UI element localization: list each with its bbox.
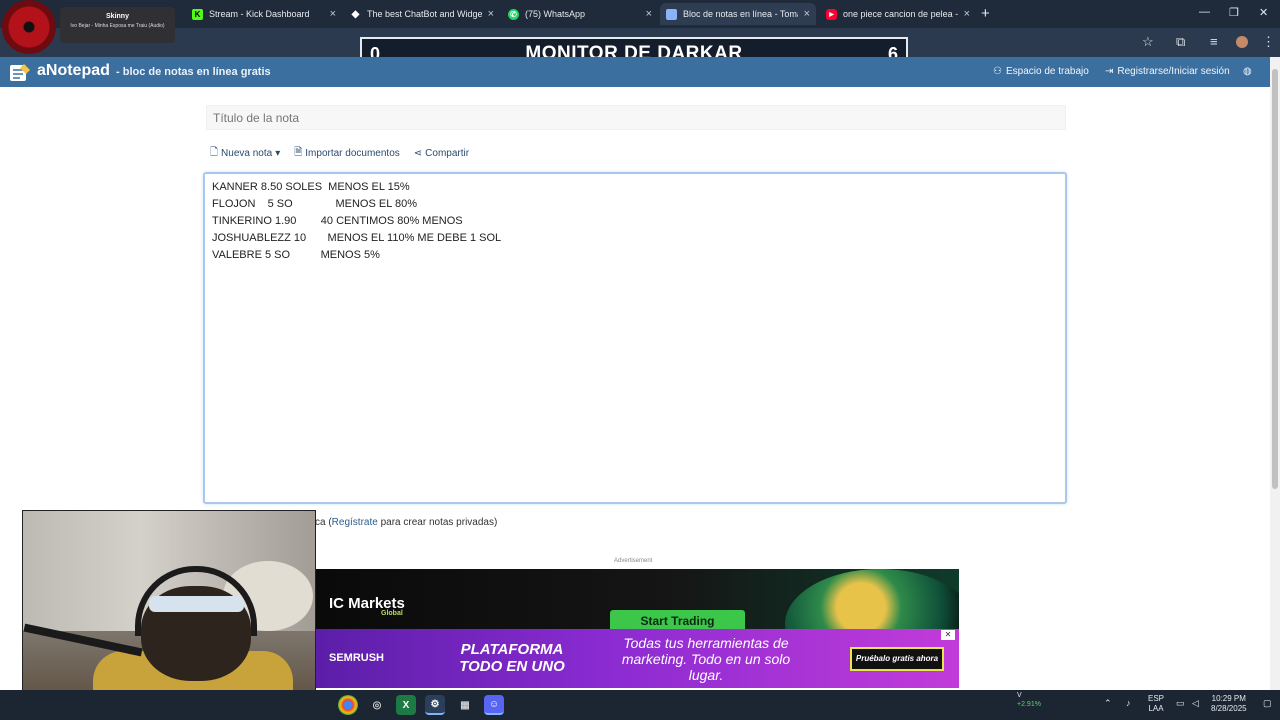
close-window-button[interactable]: ✕	[1259, 6, 1268, 19]
close-tab-icon[interactable]: ×	[488, 8, 494, 20]
clock-time: 10:29 PM	[1211, 694, 1246, 703]
workspace-link[interactable]: ⚇ Espacio de trabajo	[993, 66, 1089, 77]
stock-widget[interactable]: V +2.91%	[1003, 691, 1041, 709]
whatsapp-icon: ✆	[508, 8, 519, 20]
microphone-icon[interactable]: ♪	[1126, 698, 1131, 708]
close-tab-icon[interactable]: ×	[330, 8, 336, 20]
login-link[interactable]: ⇥ Registrarse/Iniciar sesión	[1105, 66, 1230, 77]
clock[interactable]: 10:29 PM 8/28/2025	[1211, 694, 1247, 714]
page-scrollbar[interactable]	[1270, 57, 1280, 690]
steam-icon[interactable]: ⚙	[425, 695, 445, 715]
tray-expand-icon[interactable]: ⌃	[1104, 698, 1112, 708]
note-line: JOSHUABLEZZ 10 MENOS EL 110% ME DEBE 1 S…	[212, 232, 502, 244]
profile-avatar[interactable]	[1236, 36, 1248, 48]
register-link[interactable]: Regístrate	[332, 517, 378, 528]
app-tagline: - bloc de notas en línea gratis	[116, 66, 271, 78]
app-header: aNotepad - bloc de notas en línea gratis…	[0, 57, 1270, 87]
note-title-input[interactable]	[206, 105, 1066, 130]
share-button[interactable]: ⋖ Compartir	[414, 145, 469, 162]
bookmark-star-icon[interactable]: ☆	[1142, 34, 1154, 50]
semrush-headline: PLATAFORMA TODO EN UNO	[459, 641, 565, 675]
new-note-icon: 🗋	[210, 147, 219, 158]
workspace-icon: ⚇	[993, 66, 1002, 77]
tab-youtube[interactable]: ▶ one piece cancion de pelea - Yo ×	[820, 3, 976, 25]
windows-taskbar: ◎ X ⚙ ▦ ☺ ⌃ ♪ ESP LAA ▭ ◁ 10:29 PM 8/28/…	[0, 690, 1280, 720]
start-trading-button[interactable]: Start Trading	[610, 610, 745, 629]
calculator-icon[interactable]: ▦	[455, 695, 475, 715]
network-icon[interactable]: ▭	[1176, 698, 1185, 708]
close-tab-icon[interactable]: ×	[804, 8, 810, 20]
browser-tab-strip: K Stream - Kick Dashboard × ◆ The best C…	[0, 0, 1280, 28]
menu-icon[interactable]: ⋮	[1262, 34, 1275, 50]
new-note-button[interactable]: 🗋 Nueva nota ▾	[210, 145, 280, 162]
volume-icon[interactable]: ◁	[1192, 698, 1199, 708]
note-toolbar: 🗋 Nueva nota ▾ 🗎 Importar documentos ⋖ C…	[210, 145, 469, 162]
notifications-icon[interactable]: ▢	[1263, 698, 1272, 708]
document-icon: 🗎	[294, 147, 303, 158]
login-icon: ⇥	[1105, 66, 1114, 77]
note-line: VALEBRE 5 SO MENOS 5%	[212, 249, 380, 261]
chevron-down-icon: ▾	[275, 148, 281, 159]
spinning-record-icon	[2, 0, 56, 54]
kick-icon: K	[192, 8, 203, 20]
reading-list-icon[interactable]: ≡	[1210, 34, 1218, 49]
now-playing-widget: Skinny Ivo Bejar - Minha Esposa me Traiu…	[60, 7, 175, 43]
close-tab-icon[interactable]: ×	[964, 8, 970, 20]
anotepad-icon	[666, 8, 677, 20]
icmarkets-sub: Global	[381, 610, 403, 617]
now-playing-artist: Ivo Bejar - Minha Esposa me Traiu (Audio…	[70, 23, 165, 29]
tab-kick-dashboard[interactable]: K Stream - Kick Dashboard ×	[186, 3, 342, 25]
semrush-ad[interactable]: SEMRUSH PLATAFORMA TODO EN UNO Todas tus…	[315, 629, 959, 688]
language-indicator[interactable]: ESP LAA	[1148, 694, 1164, 714]
clock-date: 8/28/2025	[1211, 704, 1247, 713]
botrix-icon: ◆	[351, 8, 360, 20]
globe-image	[785, 569, 959, 629]
app-brand[interactable]: aNotepad	[37, 62, 110, 80]
advertisement-label: Advertisement	[614, 558, 653, 564]
note-line: FLOJON 5 SO MENOS EL 80%	[212, 198, 417, 210]
semrush-brand: SEMRUSH	[329, 652, 385, 664]
notepad-logo-icon[interactable]	[9, 62, 31, 82]
restore-button[interactable]: ❐	[1229, 6, 1239, 19]
note-line: TINKERINO 1.90 40 CENTIMOS 80% MENOS	[212, 215, 463, 227]
stock-symbol: V	[1017, 692, 1022, 699]
stock-change: +2.91%	[1017, 701, 1041, 708]
tab-anotepad[interactable]: Bloc de notas en línea - Toma y ×	[660, 3, 816, 25]
youtube-icon: ▶	[826, 8, 837, 20]
public-note-hint: ca (Regístrate para crear notas privadas…	[315, 517, 498, 528]
chrome-icon[interactable]	[338, 695, 358, 715]
new-tab-button[interactable]: +	[981, 5, 990, 22]
close-tab-icon[interactable]: ×	[646, 8, 652, 20]
import-documents-button[interactable]: 🗎 Importar documentos	[294, 145, 400, 162]
ad-close-icon[interactable]: ✕	[941, 630, 955, 640]
semrush-cta-button[interactable]: Pruébalo gratis ahora	[850, 647, 944, 671]
excel-icon[interactable]: X	[396, 695, 416, 715]
discord-icon[interactable]: ☺	[484, 695, 504, 715]
obs-icon[interactable]: ◎	[367, 695, 387, 715]
now-playing-song: Skinny	[106, 13, 129, 20]
language-globe-icon[interactable]: ◍	[1243, 66, 1252, 77]
tab-whatsapp[interactable]: ✆ (75) WhatsApp ×	[502, 3, 658, 25]
semrush-message: Todas tus herramientas de marketing. Tod…	[621, 635, 791, 683]
extensions-icon[interactable]: ⧉	[1176, 34, 1185, 50]
tab-chatbot[interactable]: ◆ The best ChatBot and Widgets ×	[344, 3, 500, 25]
share-icon: ⋖	[413, 148, 423, 159]
minimize-button[interactable]: —	[1199, 6, 1210, 18]
scrollbar-thumb[interactable]	[1272, 69, 1278, 489]
webcam-feed	[22, 510, 316, 712]
note-line: KANNER 8.50 SOLES MENOS EL 15%	[212, 181, 410, 193]
icmarkets-ad[interactable]: IC Markets Global Start Trading	[315, 569, 959, 629]
note-editor[interactable]: KANNER 8.50 SOLES MENOS EL 15% FLOJON 5 …	[203, 172, 1067, 504]
